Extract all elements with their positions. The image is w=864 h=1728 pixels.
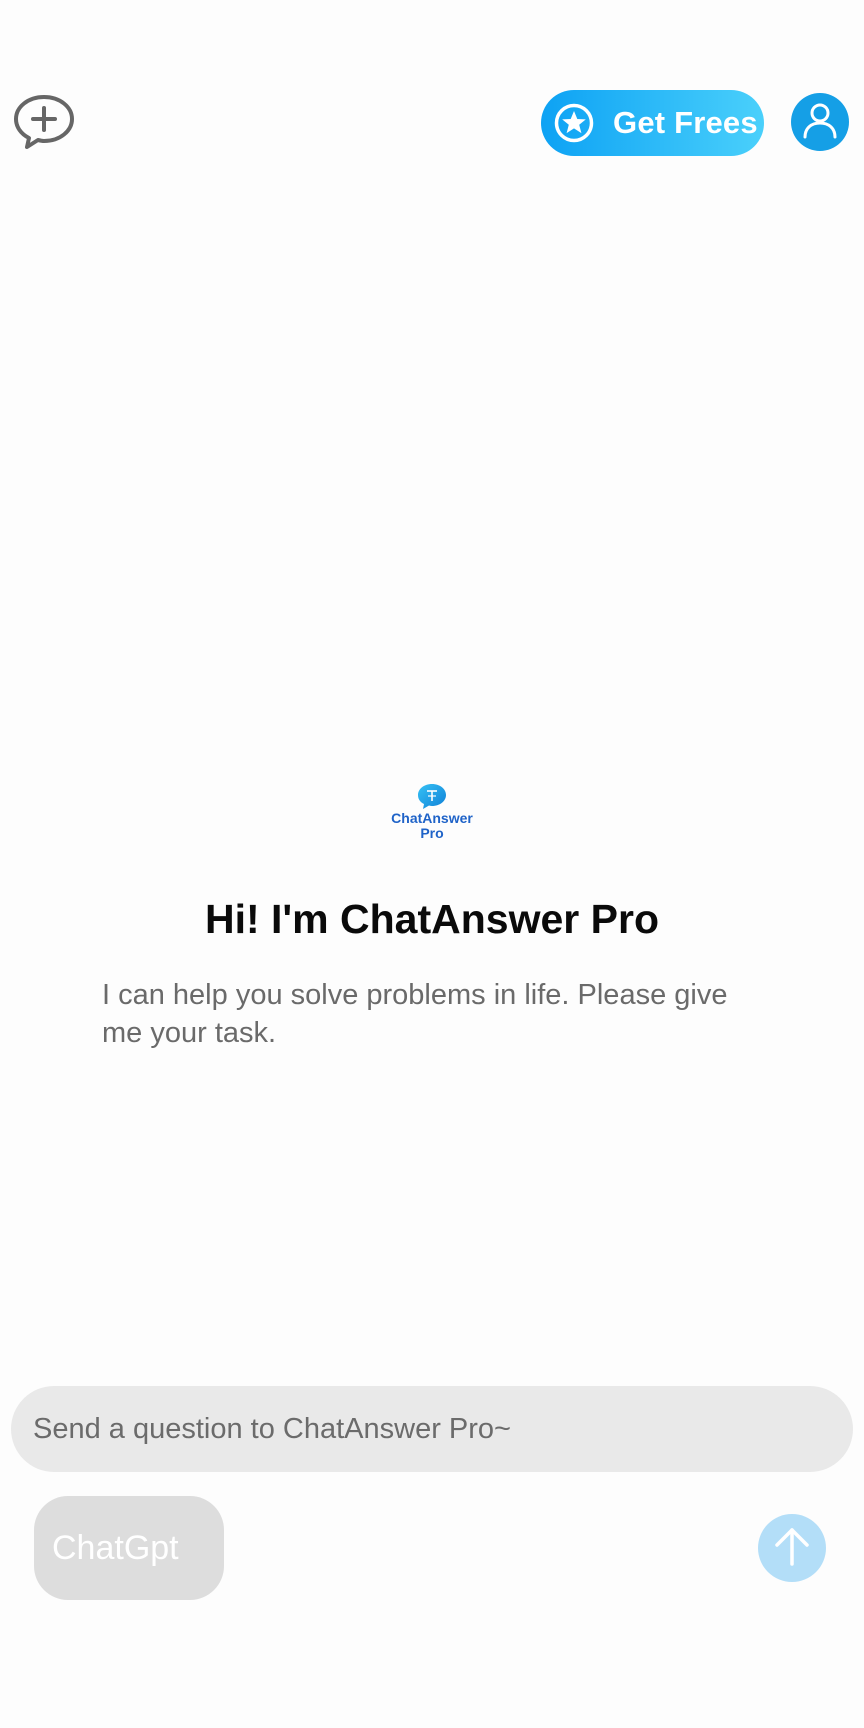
- logo-text-line1: ChatAnswer: [391, 810, 473, 826]
- question-input[interactable]: [11, 1386, 853, 1472]
- model-label: ChatGpt: [52, 1528, 179, 1567]
- model-selector-button[interactable]: ChatGpt: [34, 1496, 224, 1600]
- get-frees-label: Get Frees: [613, 105, 758, 140]
- send-button[interactable]: [758, 1514, 826, 1582]
- logo-bubble-icon: [418, 784, 446, 809]
- star-circle-icon: [553, 102, 595, 144]
- profile-button[interactable]: [791, 93, 849, 151]
- app-logo: ChatAnswer Pro: [386, 782, 478, 844]
- welcome-title: Hi! I'm ChatAnswer Pro: [205, 896, 659, 942]
- arrow-up-icon: [770, 1524, 814, 1573]
- welcome-subtitle: I can help you solve problems in life. P…: [102, 979, 728, 1049]
- user-icon: [801, 101, 839, 144]
- logo-text-line2: Pro: [420, 825, 444, 841]
- new-chat-button[interactable]: [12, 92, 76, 156]
- chat-plus-icon: [13, 93, 75, 156]
- get-frees-button[interactable]: Get Frees: [541, 90, 764, 156]
